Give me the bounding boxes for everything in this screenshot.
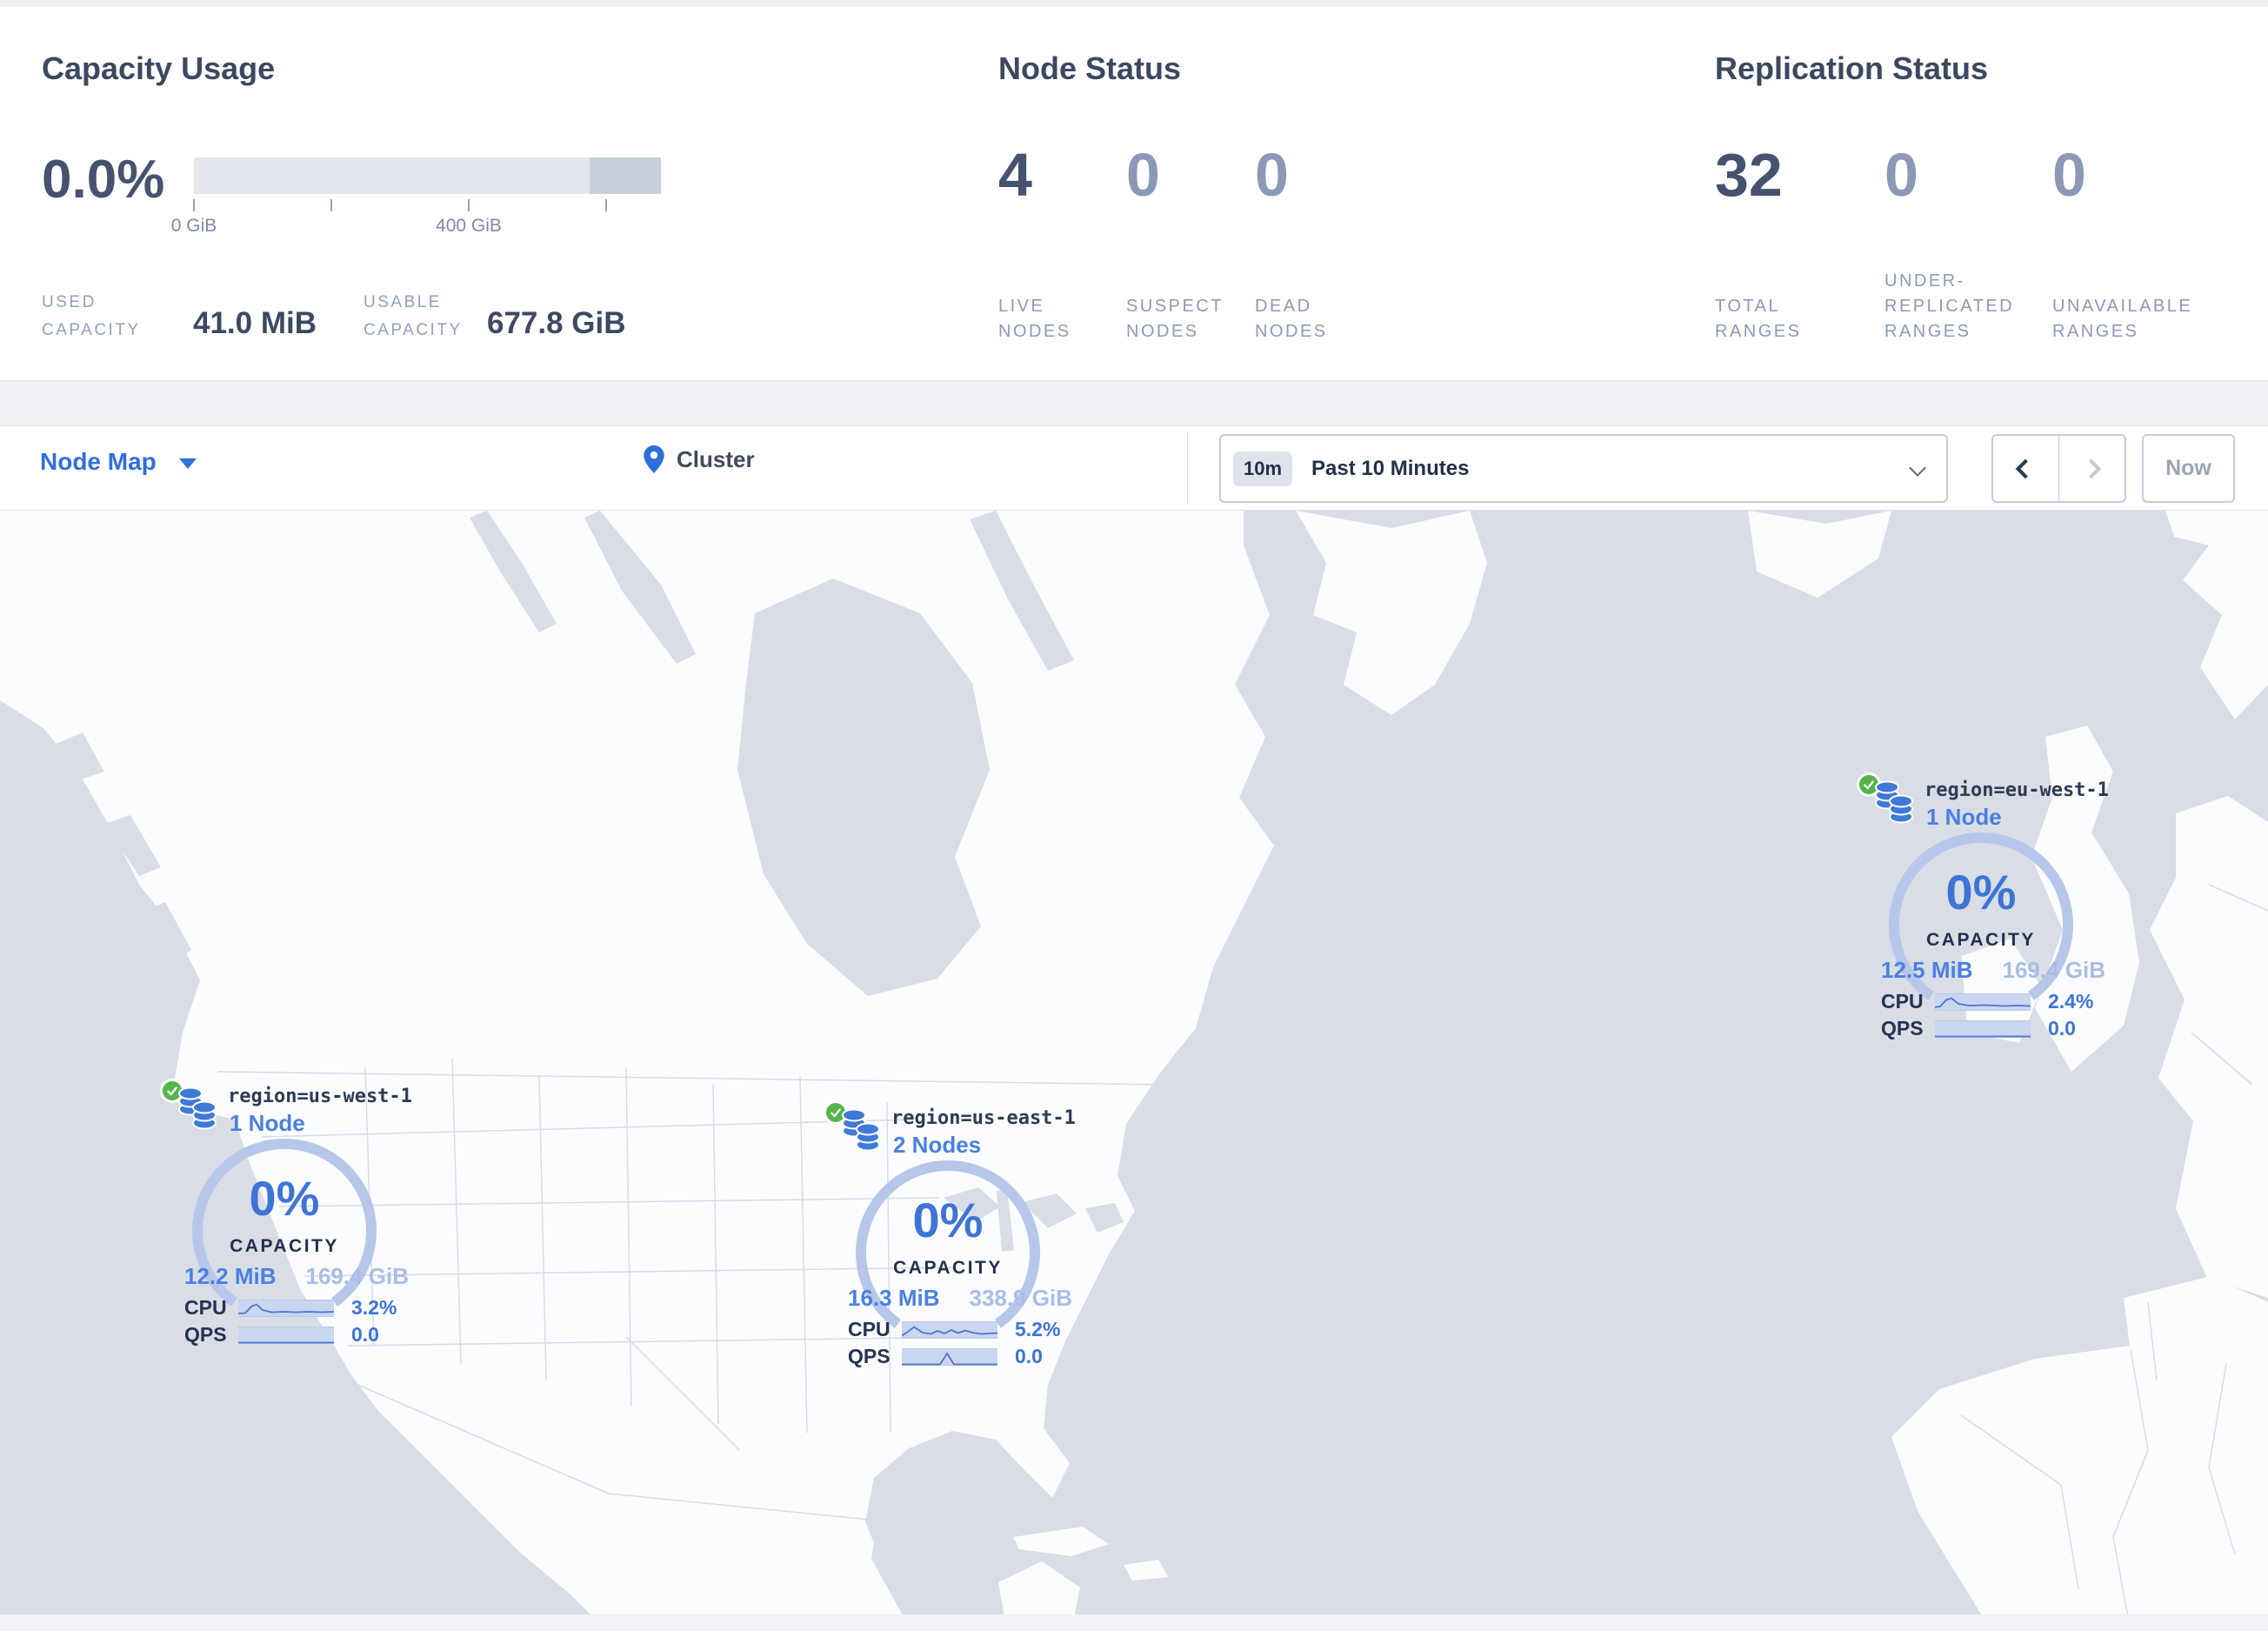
- caret-down-icon: [178, 458, 197, 469]
- breadcrumb[interactable]: Cluster: [644, 445, 755, 473]
- qps-value: 0.0: [351, 1323, 379, 1346]
- landmasses: [0, 511, 2268, 1631]
- region-capacity-label: CAPACITY: [893, 1258, 1003, 1278]
- view-selector-label: Node Map: [40, 448, 157, 475]
- dead-nodes-count: 0: [1255, 141, 1289, 209]
- unavailable-count: 0: [2052, 141, 2086, 209]
- total-ranges-count: 32: [1715, 141, 1783, 209]
- cluster-overview-page: Capacity Usage 0.0% 0 GiB 400 GiB USED C…: [0, 0, 2268, 1631]
- region-total-capacity: 338.9 GiB: [969, 1285, 1072, 1311]
- axis-tick-label: 0 GiB: [170, 216, 217, 236]
- toolbar-divider: [1187, 433, 1188, 503]
- unavailable-label: UNAVAILABLE RANGES: [2052, 297, 2193, 341]
- chevron-left-icon: [2015, 458, 2036, 478]
- region-capacity-percent: 0%: [1945, 865, 2017, 919]
- live-nodes-label: LIVE NODES: [998, 297, 1071, 341]
- region-name: region=eu-west-1: [1924, 779, 2109, 801]
- under-replicated-count: 0: [1884, 141, 1918, 209]
- capacity-bar-used-segment: [590, 157, 661, 194]
- time-prev-button[interactable]: [1993, 436, 2059, 501]
- qps-label: QPS: [184, 1323, 227, 1346]
- qps-sparkline: [902, 1347, 997, 1366]
- time-range-badge: 10m: [1233, 451, 1293, 486]
- qps-label: QPS: [1881, 1017, 1924, 1039]
- region-capacity-percent: 0%: [249, 1171, 320, 1226]
- qps-sparkline: [238, 1326, 334, 1344]
- capacity-usage-title: Capacity Usage: [42, 50, 276, 86]
- used-capacity-label: USED CAPACITY: [42, 293, 141, 339]
- map-toolbar: Node Map Cluster 10m Past 10 Minutes Now: [0, 425, 2268, 511]
- region-marker-us-west-1[interactable]: region=us-west-1 1 Node 0% CAPACITY 12.2…: [158, 1079, 412, 1357]
- region-total-capacity: 169.4 GiB: [305, 1263, 409, 1289]
- dead-nodes-label: DEAD NODES: [1255, 297, 1328, 341]
- cpu-label: CPU: [848, 1318, 891, 1340]
- suspect-nodes-count: 0: [1126, 141, 1160, 209]
- database-icon: [177, 1086, 217, 1135]
- axis-tick: [330, 199, 332, 211]
- database-icon: [841, 1108, 881, 1157]
- chevron-down-icon: [1909, 459, 1926, 477]
- time-range-select[interactable]: 10m Past 10 Minutes: [1219, 434, 1948, 503]
- axis-tick-label: 400 GiB: [436, 216, 502, 236]
- qps-label: QPS: [848, 1345, 891, 1367]
- node-map: region=us-west-1 1 Node 0% CAPACITY 12.2…: [0, 511, 2268, 1631]
- region-marker-us-east-1[interactable]: region=us-east-1 2 Nodes 0% CAPACITY 16.…: [822, 1100, 1076, 1379]
- region-used-capacity: 12.5 MiB: [1881, 957, 1973, 983]
- cpu-label: CPU: [1881, 990, 1924, 1013]
- usable-capacity-value: 677.8 GiB: [487, 306, 626, 340]
- suspect-nodes-label: SUSPECT NODES: [1126, 297, 1224, 341]
- region-name: region=us-east-1: [891, 1107, 1076, 1129]
- usable-capacity-label: USABLE CAPACITY: [364, 293, 463, 339]
- axis-tick: [193, 199, 195, 211]
- region-used-capacity: 12.2 MiB: [184, 1263, 277, 1289]
- total-ranges-label: TOTAL RANGES: [1715, 297, 1802, 341]
- cluster-summary-card: Capacity Usage 0.0% 0 GiB 400 GiB USED C…: [0, 7, 2268, 381]
- time-range-label: Past 10 Minutes: [1311, 456, 1470, 480]
- node-status-title: Node Status: [998, 50, 1182, 86]
- region-total-capacity: 169.4 GiB: [2002, 957, 2105, 983]
- qps-sparkline: [1935, 1019, 2031, 1038]
- under-replicated-label: UNDER- REPLICATED RANGES: [1884, 271, 2015, 341]
- capacity-percent: 0.0%: [42, 150, 165, 210]
- replication-status-title: Replication Status: [1715, 50, 1989, 86]
- region-capacity-label: CAPACITY: [230, 1236, 339, 1256]
- axis-tick: [605, 199, 607, 211]
- time-next-button[interactable]: [2059, 436, 2125, 501]
- region-used-capacity: 16.3 MiB: [848, 1285, 940, 1311]
- region-marker-eu-west-1[interactable]: region=eu-west-1 1 Node 0% CAPACITY 12.5…: [1855, 772, 2109, 1051]
- axis-tick: [468, 199, 470, 211]
- breadcrumb-label: Cluster: [677, 445, 755, 472]
- map-pin-icon: [644, 445, 664, 473]
- cpu-value: 5.2%: [1015, 1318, 1061, 1340]
- qps-value: 0.0: [2048, 1017, 2076, 1039]
- time-step-buttons: [1991, 434, 2126, 503]
- cpu-value: 2.4%: [2048, 990, 2094, 1013]
- cpu-label: CPU: [184, 1296, 227, 1319]
- chevron-right-icon: [2081, 458, 2102, 478]
- live-nodes-count: 4: [998, 141, 1032, 209]
- region-capacity-percent: 0%: [912, 1193, 984, 1247]
- used-capacity-value: 41.0 MiB: [193, 306, 317, 340]
- map-bottom-strip: [0, 1614, 2268, 1631]
- qps-value: 0.0: [1015, 1345, 1043, 1367]
- cpu-sparkline: [1935, 993, 2031, 1011]
- world-map: [0, 511, 2268, 1631]
- capacity-bar: [194, 157, 661, 194]
- region-capacity-label: CAPACITY: [1926, 930, 2036, 950]
- region-name: region=us-west-1: [228, 1086, 412, 1107]
- now-button[interactable]: Now: [2142, 434, 2235, 503]
- database-icon: [1874, 780, 1914, 829]
- cpu-sparkline: [238, 1299, 334, 1317]
- view-selector-dropdown[interactable]: Node Map: [40, 448, 197, 476]
- cpu-sparkline: [902, 1320, 997, 1339]
- cpu-value: 3.2%: [351, 1296, 397, 1319]
